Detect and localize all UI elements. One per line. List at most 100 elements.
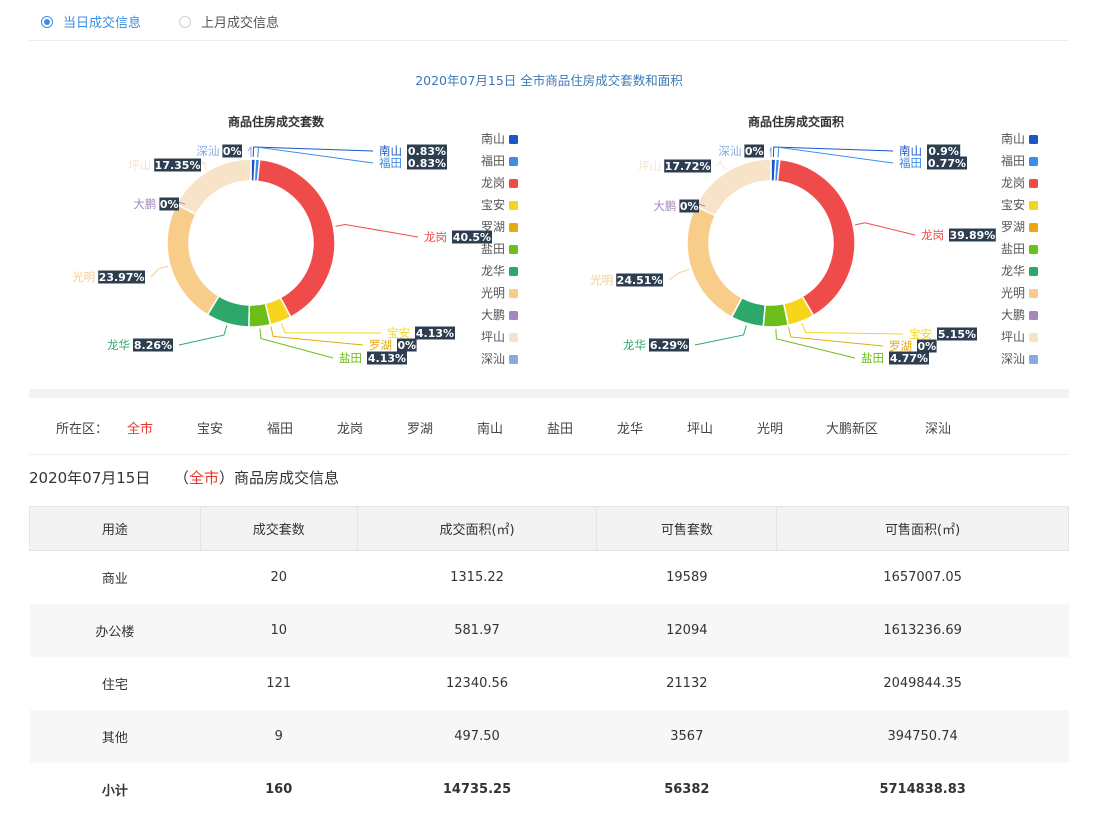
district-guangming[interactable]: 光明 — [757, 418, 783, 437]
legend-label-1-2: 龙岗 — [1001, 176, 1025, 190]
legend-swatch-1-0[interactable] — [1029, 135, 1038, 144]
cell-deal-area: 581.97 — [357, 604, 597, 657]
slice-name-0-8: 大鹏 — [133, 197, 156, 211]
radio-last-month[interactable]: 上月成交信息 — [179, 12, 279, 31]
pct-label-1-5: 4.77% — [890, 352, 928, 365]
slice-name-0-7: 光明 — [72, 270, 95, 284]
legend-swatch-0-6[interactable] — [509, 267, 518, 276]
cell-deal-area: 1315.22 — [450, 570, 504, 585]
slice-1-2[interactable] — [776, 158, 856, 317]
leader-line-1-9 — [716, 160, 726, 171]
district-luohu[interactable]: 罗湖 — [407, 418, 433, 437]
slice-name-1-9: 坪山 — [638, 159, 661, 173]
cell-available-count: 21132 — [666, 676, 708, 691]
cell-available-area: 2049844.35 — [883, 676, 962, 691]
pct-label-0-1: 0.83% — [408, 157, 446, 170]
cell-available-count: 19589 — [666, 570, 708, 585]
leader-line-0-3 — [281, 323, 382, 334]
legend-label-0-0: 南山 — [481, 131, 505, 146]
district-all[interactable]: 全市 — [127, 418, 153, 437]
legend-swatch-1-6[interactable] — [1029, 267, 1038, 276]
legend-label-0-4: 罗湖 — [481, 219, 505, 234]
legend-swatch-0-4[interactable] — [509, 223, 518, 232]
district-yantian[interactable]: 盐田 — [547, 418, 573, 437]
legend-label-0-3: 宝安 — [481, 197, 505, 212]
slice-1-7[interactable] — [686, 204, 743, 319]
leader-line-1-1 — [777, 146, 894, 164]
cell-available-count: 12094 — [596, 604, 777, 657]
pct-label-1-1: 0.77% — [928, 157, 966, 170]
legend-label-1-1: 福田 — [1001, 153, 1025, 168]
pct-label-0-7: 23.97% — [99, 271, 145, 284]
leader-line-0-6 — [178, 325, 228, 346]
legend-swatch-1-2[interactable] — [1029, 179, 1038, 188]
cell-deal-count: 160 — [265, 782, 293, 797]
legend-label-0-8: 大鹏 — [481, 308, 505, 322]
leader-line-0-10 — [247, 145, 252, 157]
leader-line-1-2 — [854, 222, 916, 236]
district-dapeng[interactable]: 大鹏新区 — [826, 418, 878, 437]
legend-swatch-0-0[interactable] — [509, 135, 518, 144]
pct-label-1-9: 17.72% — [665, 160, 711, 173]
district-filter: 所在区： 全市 宝安 福田 龙岗 罗湖 南山 盐田 龙华 坪山 光明 大鹏新区 … — [29, 398, 1069, 455]
slice-name-0-4: 罗湖 — [369, 338, 392, 352]
district-filter-label: 所在区： — [56, 422, 109, 437]
pct-label-1-10: 0% — [745, 145, 764, 158]
legend-swatch-0-7[interactable] — [509, 289, 518, 298]
slice-name-0-6: 龙华 — [107, 338, 130, 352]
legend-swatch-1-5[interactable] — [1029, 245, 1038, 254]
district-pingshan[interactable]: 坪山 — [687, 418, 713, 437]
slice-name-1-5: 盐田 — [861, 351, 884, 365]
district-shenshan[interactable]: 深汕 — [925, 418, 951, 437]
legend-swatch-0-10[interactable] — [509, 355, 518, 364]
radio-today-dot[interactable] — [41, 15, 53, 28]
legend-swatch-0-9[interactable] — [509, 333, 518, 342]
legend-swatch-1-10[interactable] — [1029, 355, 1038, 364]
cell-available-count: 3567 — [596, 710, 777, 763]
district-baoan[interactable]: 宝安 — [197, 418, 223, 437]
legend-label-0-7: 光明 — [481, 286, 505, 300]
district-nanshan[interactable]: 南山 — [477, 418, 503, 437]
cell-available-area: 394750.74 — [776, 710, 1069, 763]
info-open-paren: （ — [173, 469, 189, 487]
legend-swatch-1-4[interactable] — [1029, 223, 1038, 232]
legend-label-1-10: 深汕 — [1001, 352, 1025, 366]
donut-title-1: 商品住房成交面积 — [748, 114, 844, 129]
legend-label-1-9: 坪山 — [1001, 330, 1025, 344]
radio-today[interactable]: 当日成交信息 — [41, 12, 141, 31]
district-longgang[interactable]: 龙岗 — [337, 418, 363, 437]
district-futian[interactable]: 福田 — [267, 418, 293, 437]
leader-line-1-4 — [788, 327, 884, 347]
slice-name-1-4: 罗湖 — [889, 339, 912, 353]
legend-swatch-0-5[interactable] — [509, 245, 518, 254]
slice-0-7[interactable] — [166, 203, 220, 316]
legend-swatch-0-3[interactable] — [509, 201, 518, 210]
leader-line-1-7 — [668, 268, 690, 281]
table-row: 商业 20 1315.22 19589 1657007.05 — [30, 551, 1069, 605]
legend-swatch-1-1[interactable] — [1029, 157, 1038, 166]
cell-usage: 商业 — [101, 572, 128, 587]
slice-1-5[interactable] — [762, 302, 790, 328]
legend-swatch-1-3[interactable] — [1029, 201, 1038, 210]
legend-swatch-0-2[interactable] — [509, 179, 518, 188]
cell-available-area: 1613236.69 — [776, 604, 1069, 657]
legend-label-1-8: 大鹏 — [1001, 308, 1025, 322]
slice-name-1-10: 深汕 — [718, 144, 741, 158]
leader-line-0-2 — [335, 223, 419, 238]
cell-usage: 住宅 — [101, 678, 128, 693]
cell-available-area: 1657007.05 — [883, 570, 962, 585]
cell-usage: 其他 — [29, 710, 201, 763]
radio-last-month-dot[interactable] — [179, 15, 191, 28]
slice-0-2[interactable] — [256, 158, 336, 319]
legend-swatch-1-7[interactable] — [1029, 289, 1038, 298]
view-selector: 当日成交信息 上月成交信息 — [29, 0, 1069, 41]
cell-deal-count: 20 — [270, 570, 287, 585]
district-longhua[interactable]: 龙华 — [617, 418, 643, 437]
legend-swatch-0-1[interactable] — [509, 157, 518, 166]
radio-last-month-label: 上月成交信息 — [201, 16, 280, 31]
leader-line-0-7 — [150, 265, 169, 278]
legend-swatch-1-9[interactable] — [1029, 333, 1038, 342]
legend-swatch-0-8[interactable] — [509, 311, 518, 320]
slice-name-1-2: 龙岗 — [921, 228, 944, 242]
legend-swatch-1-8[interactable] — [1029, 311, 1038, 320]
